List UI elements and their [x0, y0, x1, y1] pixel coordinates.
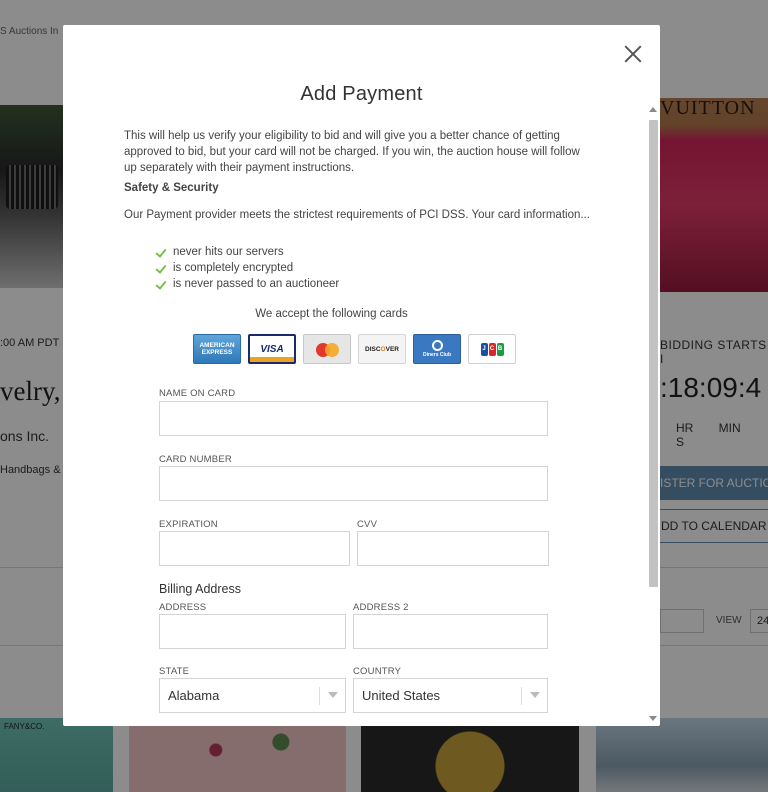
discover-text: VER: [385, 345, 399, 353]
billing-address-heading: Billing Address: [159, 582, 241, 596]
close-icon[interactable]: [620, 41, 646, 67]
diners-text: Diners Club: [422, 352, 452, 358]
check-icon: [155, 279, 167, 289]
safety-heading: Safety & Security: [124, 182, 219, 194]
security-checklist: never hits our servers is completely enc…: [155, 244, 339, 292]
state-label: STATE: [159, 666, 190, 677]
address-2-input[interactable]: [353, 614, 548, 649]
card-number-label: CARD NUMBER: [159, 454, 232, 465]
name-on-card-label: NAME ON CARD: [159, 388, 236, 399]
cards-label: We accept the following cards: [255, 308, 408, 320]
country-value: United States: [362, 688, 441, 703]
list-item: is completely encrypted: [155, 260, 339, 276]
jcb-letter: B: [496, 342, 504, 356]
state-select[interactable]: Alabama: [159, 678, 346, 713]
address-input[interactable]: [159, 614, 346, 649]
chevron-down-icon: [319, 687, 345, 705]
diners-club-card-icon: Diners Club: [413, 334, 461, 364]
modal-scrollbar[interactable]: [648, 105, 658, 723]
expiration-label: EXPIRATION: [159, 519, 218, 530]
checklist-text: is never passed to an auctioneer: [173, 278, 340, 290]
jcb-letter: C: [488, 342, 496, 356]
diners-circle: [431, 340, 443, 351]
country-select[interactable]: United States: [353, 678, 548, 713]
state-value: Alabama: [168, 688, 220, 703]
mastercard-yellow-circle: [325, 343, 339, 357]
checklist-text: never hits our servers: [173, 246, 284, 258]
country-label: COUNTRY: [353, 666, 402, 677]
scroll-down-icon[interactable]: [649, 716, 657, 721]
check-icon: [155, 247, 167, 257]
intro-text: This will help us verify your eligibilit…: [124, 130, 580, 174]
jcb-card-icon: J C B: [468, 334, 516, 364]
discover-card-icon: DISC O VER: [358, 334, 406, 364]
expiration-input[interactable]: [159, 531, 350, 566]
cvv-input[interactable]: [357, 531, 549, 566]
mastercard-card-icon: [303, 334, 351, 364]
checklist-text: is completely encrypted: [173, 262, 294, 274]
cvv-label: CVV: [357, 519, 378, 530]
add-payment-modal: Add Payment This will help us verify you…: [63, 25, 660, 726]
check-icon: [155, 263, 167, 273]
name-on-card-input[interactable]: [159, 401, 548, 436]
scroll-up-icon[interactable]: [649, 107, 657, 112]
scrollbar-thumb[interactable]: [649, 120, 658, 587]
card-number-input[interactable]: [159, 466, 548, 501]
address-2-label: ADDRESS 2: [353, 602, 409, 613]
pci-text: Our Payment provider meets the strictest…: [124, 209, 590, 221]
jcb-letter: J: [480, 342, 488, 356]
accepted-cards: AMERICAN EXPRESS VISA DISC O VER Diners Cl…: [193, 334, 516, 364]
visa-card-icon: VISA: [248, 334, 296, 364]
discover-text: DISC: [365, 345, 381, 353]
list-item: is never passed to an auctioneer: [155, 276, 339, 292]
chevron-down-icon: [521, 687, 547, 705]
address-label: ADDRESS: [159, 602, 207, 613]
modal-title: Add Payment: [300, 83, 423, 105]
amex-card-icon: AMERICAN EXPRESS: [193, 334, 241, 364]
list-item: never hits our servers: [155, 244, 339, 260]
